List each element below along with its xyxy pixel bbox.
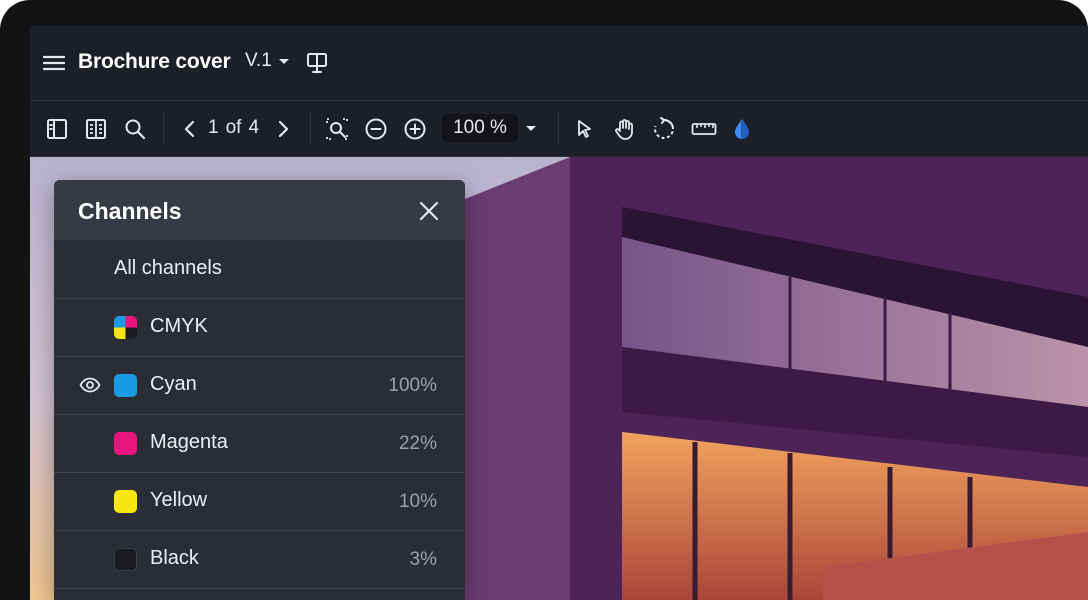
page-indicator: 1 of 4 — [208, 117, 259, 139]
channel-row-yellow[interactable]: Yellow 10% — [54, 472, 465, 531]
zoom-dropdown-icon[interactable] — [518, 116, 544, 142]
cyan-swatch — [114, 374, 137, 397]
current-page[interactable]: 1 — [208, 117, 219, 139]
caret-down-icon — [278, 50, 290, 72]
channel-label: All channels — [114, 257, 222, 279]
toolbar-divider — [163, 111, 164, 145]
channel-label: Cyan — [150, 373, 197, 395]
channel-row-cyan[interactable]: Cyan 100% — [54, 356, 465, 415]
hand-icon[interactable] — [612, 116, 638, 142]
thumbnails-icon[interactable] — [83, 116, 109, 142]
channel-label: Yellow — [150, 489, 208, 511]
total-pages: 4 — [248, 117, 260, 138]
presentation-icon[interactable] — [304, 50, 330, 76]
chevron-left-icon[interactable] — [177, 116, 203, 142]
app-window: Brochure cover V.1 1 of 4 100 % Channels… — [30, 26, 1088, 600]
zoom-region-icon[interactable] — [324, 116, 350, 142]
version-dropdown[interactable]: V.1 — [245, 50, 290, 72]
rotate-icon[interactable] — [651, 116, 677, 142]
black-swatch — [114, 548, 137, 571]
channel-label: Black — [150, 547, 199, 569]
zoom-out-icon[interactable] — [363, 116, 389, 142]
toolbar-divider — [558, 111, 559, 145]
channel-percent: 100% — [388, 375, 437, 396]
search-icon[interactable] — [122, 116, 148, 142]
channel-row-black[interactable]: Black 3% — [54, 530, 465, 589]
eye-icon[interactable] — [78, 375, 102, 395]
channels-panel: Channels All channels CMYK Cyan 100% Mag… — [54, 180, 465, 600]
panel-title: Channels — [78, 198, 182, 224]
toolbar-divider — [310, 111, 311, 145]
page-of-label: of — [225, 117, 242, 138]
ruler-icon[interactable] — [690, 116, 718, 142]
channel-label: Magenta — [150, 431, 228, 453]
channel-row-all[interactable]: All channels — [54, 240, 465, 299]
ink-drop-icon[interactable] — [729, 116, 755, 142]
zoom-in-icon[interactable] — [402, 116, 428, 142]
pointer-icon[interactable] — [572, 116, 598, 142]
channel-percent: 10% — [398, 491, 437, 512]
close-icon[interactable] — [416, 198, 442, 224]
yellow-swatch — [114, 490, 137, 513]
chevron-right-icon[interactable] — [270, 116, 296, 142]
channel-row-cmyk[interactable]: CMYK — [54, 298, 465, 357]
device-frame: Brochure cover V.1 1 of 4 100 % Channels… — [0, 0, 1088, 600]
zoom-input[interactable]: 100 % — [442, 114, 518, 142]
cmyk-swatch-icon — [114, 316, 137, 339]
channel-row-magenta[interactable]: Magenta 22% — [54, 414, 465, 473]
title-bar: Brochure cover V.1 — [30, 26, 1088, 101]
channel-percent: 22% — [398, 433, 437, 454]
document-title: Brochure cover — [78, 50, 231, 73]
hamburger-icon[interactable] — [42, 51, 66, 75]
panel-header: Channels — [54, 180, 465, 240]
channel-percent: 3% — [409, 549, 437, 570]
magenta-swatch — [114, 432, 137, 455]
version-label: V.1 — [245, 50, 272, 71]
sidebar-icon[interactable] — [44, 116, 70, 142]
toolbar: 1 of 4 100 % — [30, 101, 1088, 157]
channel-label: CMYK — [150, 315, 208, 337]
